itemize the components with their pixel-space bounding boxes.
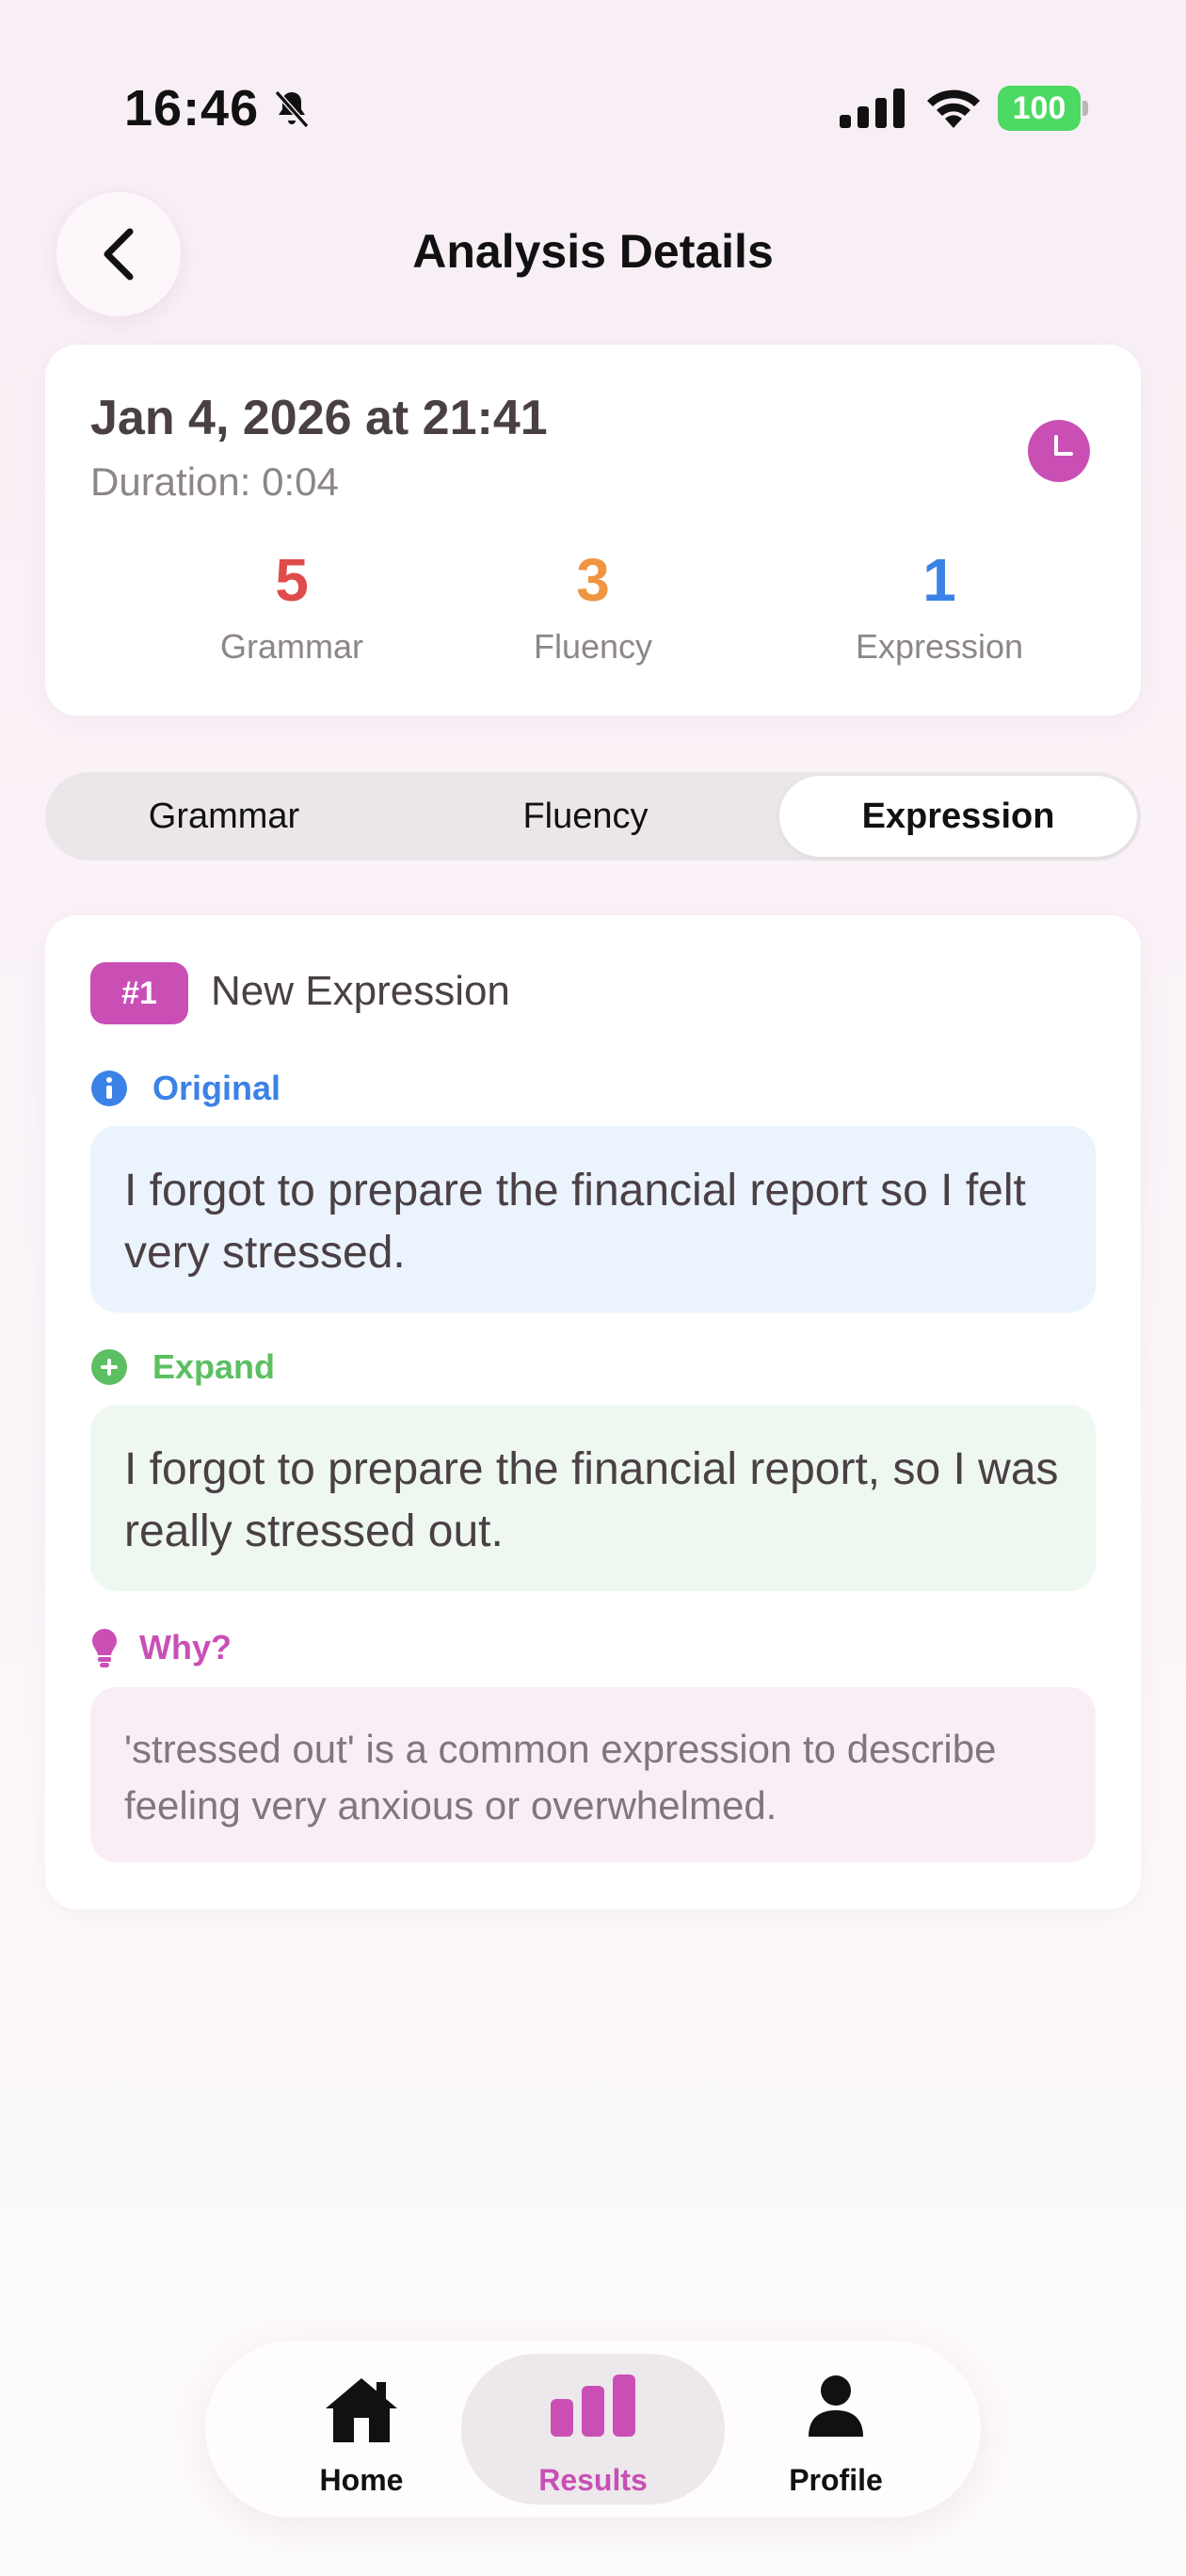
cellular-signal-icon xyxy=(840,89,905,128)
stat-grammar-label: Grammar xyxy=(220,627,363,666)
expand-section-header: Expand xyxy=(90,1346,275,1388)
stat-expression-label: Expression xyxy=(855,627,1024,666)
expression-title: New Expression xyxy=(211,968,510,1014)
battery-level: 100 xyxy=(1012,90,1066,126)
bell-muted-icon xyxy=(274,90,310,128)
nav-results-label: Results xyxy=(538,2463,648,2497)
expand-label: Expand xyxy=(152,1347,276,1386)
bottom-tab-bar: Home Results Profile xyxy=(205,2341,981,2518)
why-label: Why? xyxy=(139,1628,232,1666)
status-bar: 16:46 100 xyxy=(0,0,1186,217)
stat-fluency-label: Fluency xyxy=(533,627,653,666)
stat-fluency-value: 3 xyxy=(576,546,610,614)
nav-profile-label: Profile xyxy=(789,2463,883,2497)
bar-chart-icon xyxy=(551,2375,635,2437)
why-text: 'stressed out' is a common expression to… xyxy=(124,1727,997,1827)
page-title: Analysis Details xyxy=(412,225,774,278)
session-duration: Duration: 0:04 xyxy=(90,459,339,504)
expand-text-box: I forgot to prepare the financial report… xyxy=(90,1405,1096,1591)
wifi-icon xyxy=(927,89,980,128)
info-icon xyxy=(91,1071,127,1106)
home-icon xyxy=(326,2378,397,2442)
session-summary-card: Jan 4, 2026 at 21:41 Duration: 0:04 5 Gr… xyxy=(45,345,1141,716)
tab-grammar[interactable]: Grammar xyxy=(45,772,403,861)
stat-grammar: 5 Grammar xyxy=(151,542,433,667)
plus-circle-icon xyxy=(91,1349,127,1385)
original-text-box: I forgot to prepare the financial report… xyxy=(90,1126,1096,1312)
tab-expression[interactable]: Expression xyxy=(779,776,1137,857)
session-date: Jan 4, 2026 at 21:41 xyxy=(90,391,548,445)
clock-icon xyxy=(1028,420,1090,482)
lightbulb-icon xyxy=(92,1629,117,1667)
nav-home[interactable]: Home xyxy=(258,2341,465,2518)
stat-expression: 1 Expression xyxy=(798,542,1081,667)
stat-grammar-value: 5 xyxy=(275,546,309,614)
original-text: I forgot to prepare the financial report… xyxy=(124,1166,1026,1278)
original-label: Original xyxy=(152,1069,281,1107)
expand-text: I forgot to prepare the financial report… xyxy=(124,1444,1059,1556)
nav-results[interactable]: Results xyxy=(461,2354,725,2504)
tab-fluency[interactable]: Fluency xyxy=(403,772,768,861)
nav-home-label: Home xyxy=(319,2463,404,2497)
original-section-header: Original xyxy=(90,1068,280,1109)
why-section-header: Why? xyxy=(90,1627,232,1668)
stat-expression-value: 1 xyxy=(922,546,956,614)
battery-indicator: 100 xyxy=(998,86,1088,131)
person-icon xyxy=(809,2375,863,2437)
stat-fluency: 3 Fluency xyxy=(452,542,734,667)
analysis-tabs: Grammar Fluency Expression xyxy=(45,772,1141,861)
nav-profile[interactable]: Profile xyxy=(732,2341,939,2518)
expression-number-badge: #1 xyxy=(90,962,188,1024)
expression-detail-card: #1 New Expression Original I forgot to p… xyxy=(45,915,1141,1909)
why-text-box: 'stressed out' is a common expression to… xyxy=(90,1687,1096,1862)
status-time: 16:46 xyxy=(124,80,260,137)
